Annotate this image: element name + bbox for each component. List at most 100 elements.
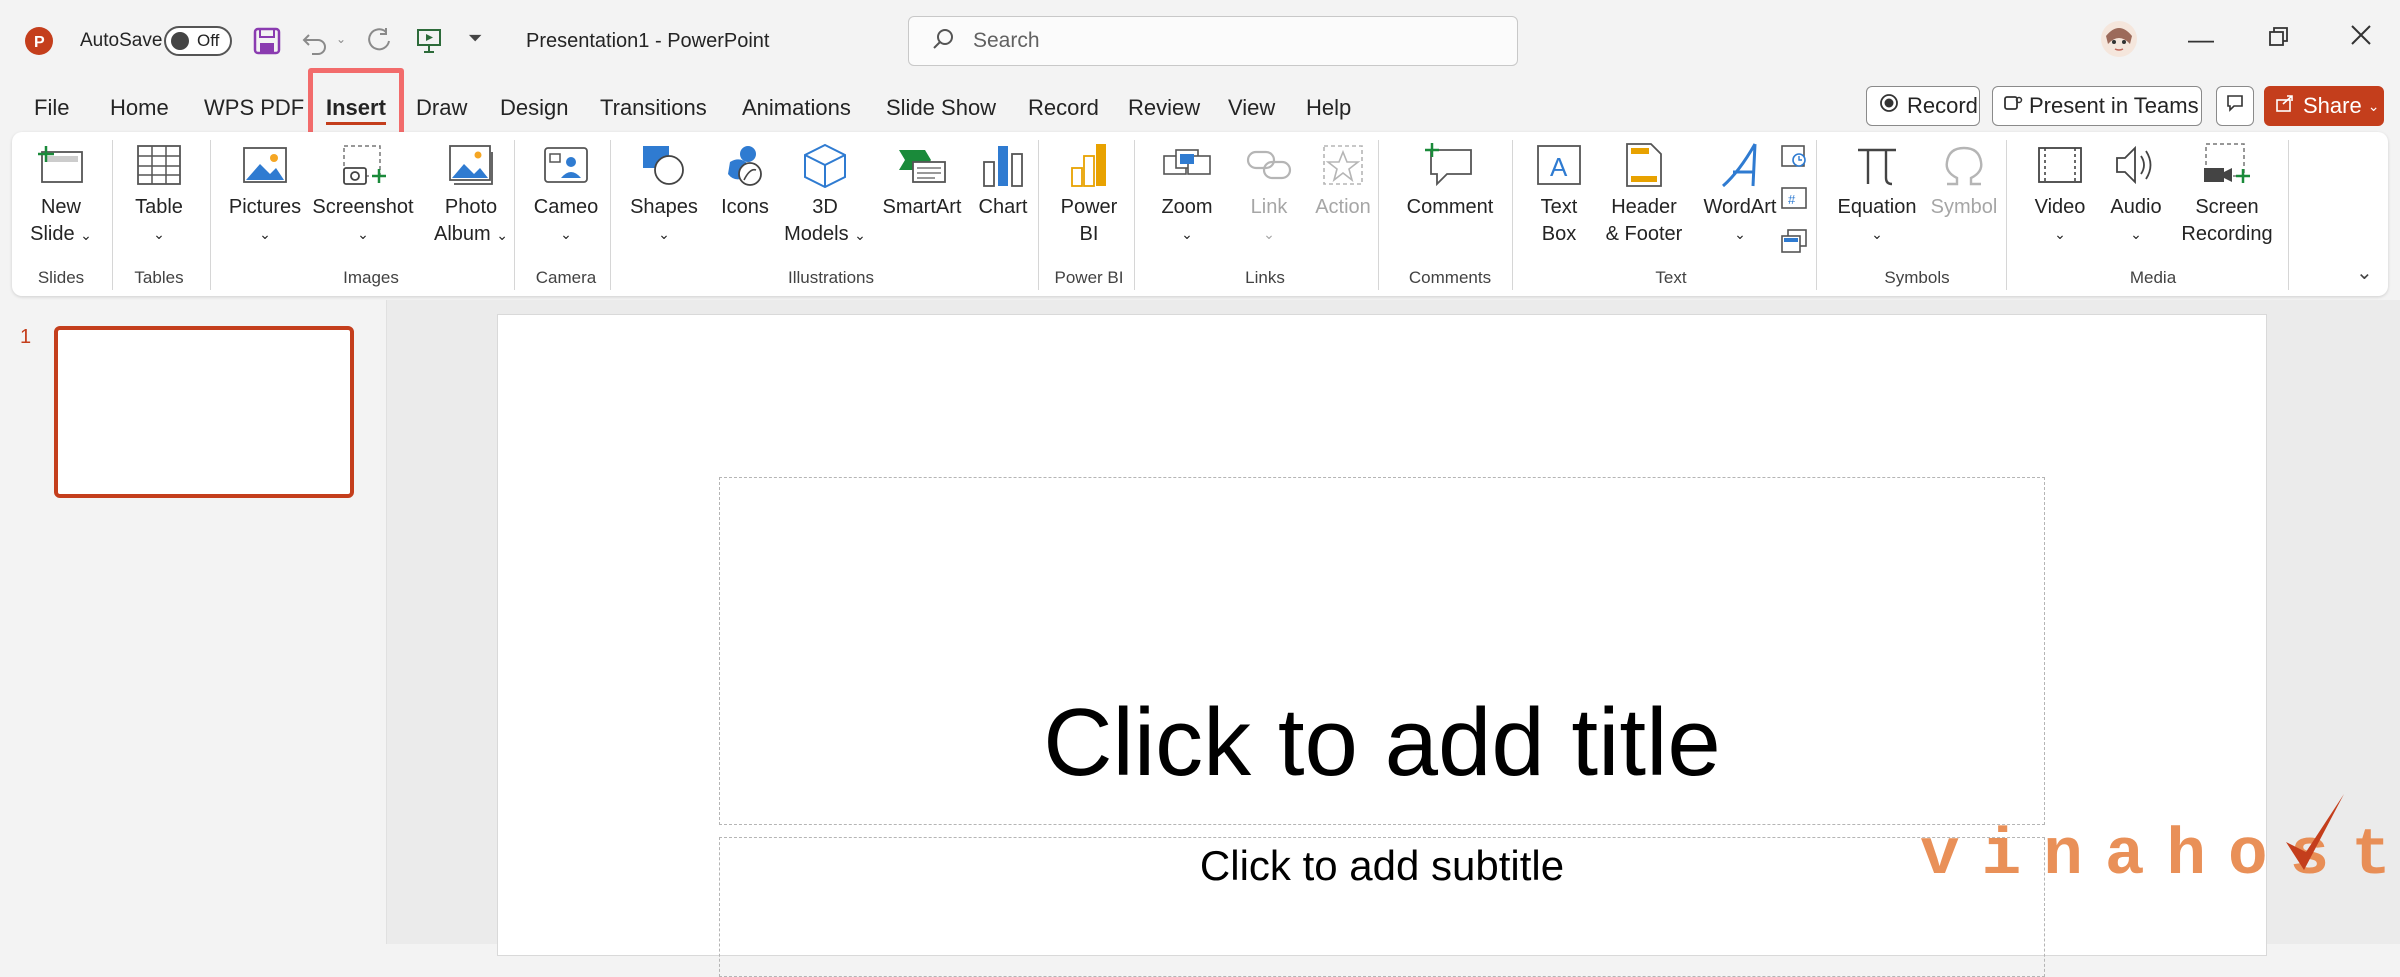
divider bbox=[2288, 140, 2289, 290]
subtitle-placeholder[interactable]: Click to add subtitle bbox=[719, 837, 2045, 977]
audio-button[interactable]: Audio ⌄ bbox=[2100, 142, 2172, 248]
new-slide-label-2: Slide bbox=[30, 223, 75, 245]
date-time-icon[interactable] bbox=[1780, 144, 1808, 175]
slide-number-icon[interactable]: # bbox=[1780, 186, 1808, 217]
start-presentation-icon[interactable] bbox=[414, 26, 444, 56]
powerpoint-logo-icon: P bbox=[24, 26, 54, 56]
wordart-button[interactable]: WordArt ⌄ bbox=[1696, 142, 1784, 248]
autosave-toggle[interactable]: Off bbox=[164, 26, 232, 56]
object-icon[interactable] bbox=[1780, 228, 1808, 259]
group-tables: Tables bbox=[134, 268, 184, 287]
chart-icon bbox=[983, 146, 1023, 187]
title-placeholder[interactable]: Click to add title bbox=[719, 477, 2045, 825]
table-icon bbox=[137, 145, 181, 185]
table-label: Table bbox=[135, 196, 183, 218]
tab-design[interactable]: Design bbox=[500, 86, 568, 130]
group-power-bi: Power BI bbox=[1054, 268, 1124, 287]
screenshot-button[interactable]: Screenshot ⌄ bbox=[308, 142, 418, 248]
photo-album-label-2: Album bbox=[434, 223, 491, 245]
save-icon[interactable] bbox=[252, 26, 282, 56]
power-bi-button[interactable]: Power BI bbox=[1052, 142, 1126, 248]
action-button[interactable]: Action bbox=[1308, 142, 1378, 221]
table-button[interactable]: Table ⌄ bbox=[126, 142, 192, 248]
comments-button[interactable] bbox=[2216, 86, 2254, 126]
present-in-teams-button[interactable]: Present in Teams bbox=[1992, 86, 2202, 126]
customize-toolbar-icon[interactable]: ⏷ bbox=[468, 28, 482, 49]
chart-label: Chart bbox=[978, 196, 1028, 218]
teams-icon bbox=[2003, 93, 2023, 119]
record-button[interactable]: Record bbox=[1866, 86, 1980, 126]
tab-record[interactable]: Record bbox=[1028, 86, 1099, 130]
divider bbox=[210, 140, 211, 290]
video-button[interactable]: Video ⌄ bbox=[2024, 142, 2096, 248]
text-box-label-2: Box bbox=[1541, 223, 1577, 245]
user-avatar[interactable] bbox=[2100, 20, 2138, 58]
zoom-icon bbox=[1163, 149, 1211, 175]
text-box-button[interactable]: A Text Box bbox=[1526, 142, 1592, 248]
icons-icon bbox=[728, 146, 762, 186]
redo-icon[interactable] bbox=[364, 26, 394, 56]
tab-file[interactable]: File bbox=[34, 86, 69, 130]
action-label: Action bbox=[1315, 196, 1371, 218]
screen-recording-label-1: Screen bbox=[2195, 196, 2259, 218]
3d-models-button[interactable]: 3D Models ⌄ bbox=[782, 142, 868, 249]
slide-thumbnail[interactable] bbox=[54, 326, 354, 498]
title-placeholder-text: Click to add title bbox=[1043, 689, 1721, 796]
tab-wps-pdf[interactable]: WPS PDF bbox=[204, 86, 304, 130]
tab-view[interactable]: View bbox=[1228, 86, 1275, 130]
new-slide-label-1: New bbox=[40, 196, 81, 218]
comment-button[interactable]: Comment bbox=[1392, 142, 1508, 221]
tab-draw[interactable]: Draw bbox=[416, 86, 467, 130]
share-button[interactable]: Share ⌄ bbox=[2264, 86, 2384, 126]
equation-icon bbox=[1858, 148, 1896, 186]
tab-help[interactable]: Help bbox=[1306, 86, 1351, 130]
photo-album-icon bbox=[449, 145, 493, 185]
autosave-state: Off bbox=[197, 31, 220, 50]
undo-dropdown-icon[interactable]: ⌄ bbox=[336, 32, 346, 46]
slide-number: 1 bbox=[20, 326, 32, 348]
search-box[interactable]: Search bbox=[908, 16, 1518, 66]
restore-icon[interactable] bbox=[2268, 26, 2290, 48]
cameo-button[interactable]: Cameo ⌄ bbox=[526, 142, 606, 248]
shapes-label: Shapes bbox=[630, 196, 698, 218]
close-icon[interactable] bbox=[2350, 24, 2372, 46]
tab-review[interactable]: Review bbox=[1128, 86, 1200, 130]
tab-animations[interactable]: Animations bbox=[742, 86, 851, 130]
chevron-down-icon: ⌄ bbox=[153, 226, 165, 242]
divider bbox=[1816, 140, 1817, 290]
new-slide-button[interactable]: New Slide ⌄ bbox=[26, 142, 96, 249]
video-icon bbox=[2038, 147, 2082, 183]
link-button[interactable]: Link ⌄ bbox=[1234, 142, 1304, 248]
tab-transitions[interactable]: Transitions bbox=[600, 86, 707, 130]
svg-text:#: # bbox=[1788, 192, 1796, 207]
photo-album-button[interactable]: Photo Album ⌄ bbox=[424, 142, 518, 249]
pictures-button[interactable]: Pictures ⌄ bbox=[224, 142, 306, 248]
screen-recording-button[interactable]: Screen Recording bbox=[2172, 142, 2282, 248]
screen-recording-label-2: Recording bbox=[2181, 223, 2273, 245]
minimize-icon[interactable]: — bbox=[2188, 24, 2214, 55]
tab-slide-show[interactable]: Slide Show bbox=[886, 86, 996, 130]
group-illustrations: Illustrations bbox=[788, 268, 874, 287]
smartart-button[interactable]: SmartArt bbox=[874, 142, 970, 221]
collapse-ribbon-icon[interactable]: ⌄ bbox=[2356, 260, 2373, 285]
undo-icon[interactable] bbox=[300, 26, 330, 56]
svg-text:P: P bbox=[34, 34, 45, 51]
icons-button[interactable]: Icons bbox=[710, 142, 780, 221]
header-footer-icon bbox=[1626, 143, 1662, 187]
shapes-icon bbox=[643, 146, 684, 185]
header-footer-button[interactable]: Header & Footer bbox=[1596, 142, 1692, 248]
chevron-down-icon: ⌄ bbox=[259, 226, 271, 242]
chart-button[interactable]: Chart bbox=[968, 142, 1038, 221]
symbol-button[interactable]: Symbol bbox=[1924, 142, 2004, 221]
zoom-button[interactable]: Zoom ⌄ bbox=[1152, 142, 1222, 248]
shapes-button[interactable]: Shapes ⌄ bbox=[624, 142, 704, 248]
tab-home[interactable]: Home bbox=[110, 86, 169, 130]
present-label: Present in Teams bbox=[2029, 93, 2199, 118]
divider bbox=[2006, 140, 2007, 290]
3d-cube-icon bbox=[804, 143, 846, 188]
screenshot-label: Screenshot bbox=[312, 196, 414, 218]
link-icon bbox=[1246, 150, 1292, 180]
chevron-down-icon: ⌄ bbox=[1181, 226, 1193, 242]
text-box-label-1: Text bbox=[1540, 196, 1578, 218]
equation-button[interactable]: Equation ⌄ bbox=[1830, 142, 1924, 248]
